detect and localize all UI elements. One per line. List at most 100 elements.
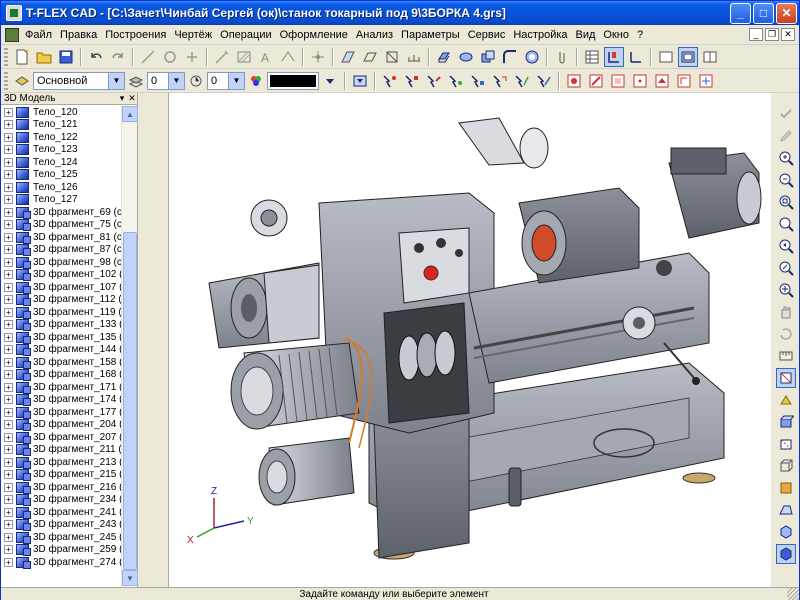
hidden-lines-icon[interactable] [776, 434, 796, 454]
sketch-icon[interactable] [212, 47, 232, 67]
open-folder-icon[interactable] [34, 47, 54, 67]
zoom-in-icon[interactable] [776, 148, 796, 168]
expand-icon[interactable]: + [4, 120, 13, 130]
pin-icon[interactable]: ▾ [117, 93, 127, 104]
toolbar-grip[interactable] [4, 47, 8, 66]
scroll-up-icon[interactable]: ▲ [122, 106, 138, 122]
expand-icon[interactable]: + [4, 557, 13, 567]
doc-restore-button[interactable]: ❐ [765, 28, 779, 41]
fillet-icon[interactable] [500, 47, 520, 67]
filter-csys-icon[interactable] [696, 71, 716, 91]
boolean-icon[interactable] [478, 47, 498, 67]
close-button[interactable]: ✕ [776, 2, 797, 24]
title-bar[interactable]: T-FLEX CAD - [C:\Зачет\Чинбай Сергей (ок… [1, 1, 799, 25]
expand-icon[interactable]: + [4, 395, 13, 405]
expand-icon[interactable]: + [4, 357, 13, 367]
hand-icon[interactable] [776, 302, 796, 322]
expand-icon[interactable]: + [4, 282, 13, 292]
filter-axes-icon[interactable] [674, 71, 694, 91]
lathe-model[interactable]: Y Z X [169, 93, 772, 587]
tree-item[interactable]: +3D фрагмент_98 (ста [1, 256, 121, 269]
tree-item[interactable]: +3D фрагмент_213 (п [1, 456, 121, 469]
expand-icon[interactable]: + [4, 232, 13, 242]
expand-icon[interactable]: + [4, 107, 13, 117]
filter-all-icon[interactable] [564, 71, 584, 91]
menu-edit[interactable]: Правка [56, 29, 101, 41]
save-icon[interactable] [56, 47, 76, 67]
views-icon[interactable] [776, 522, 796, 542]
tree-item[interactable]: + Тело_127 [1, 194, 121, 207]
edit-icon[interactable] [776, 126, 796, 146]
expand-icon[interactable]: + [4, 307, 13, 317]
tree-item[interactable]: +3D фрагмент_112 (в [1, 294, 121, 307]
tree-item[interactable]: +3D фрагмент_107 (л [1, 281, 121, 294]
tree-item[interactable]: +3D фрагмент_215 (п [1, 469, 121, 482]
doc-close-button[interactable]: ✕ [781, 28, 795, 41]
expand-icon[interactable]: + [4, 132, 13, 142]
select-operation-icon[interactable] [490, 71, 510, 91]
select-loop-icon[interactable] [446, 71, 466, 91]
tree-item[interactable]: +3D фрагмент_158 (п [1, 356, 121, 369]
expand-icon[interactable]: + [4, 432, 13, 442]
expand-icon[interactable]: + [4, 320, 13, 330]
expand-icon[interactable]: + [4, 507, 13, 517]
expand-icon[interactable]: + [4, 482, 13, 492]
check-icon[interactable] [776, 104, 796, 124]
resize-grip[interactable] [787, 588, 799, 600]
window-2d-icon[interactable] [656, 47, 676, 67]
tree-item[interactable]: +3D фрагмент_119 (в [1, 306, 121, 319]
menu-parameters[interactable]: Параметры [397, 29, 464, 41]
tree-scrollbar[interactable]: ▲ ▼ [121, 106, 138, 586]
wireframe-icon[interactable] [776, 456, 796, 476]
camera-icon[interactable] [776, 544, 796, 564]
toolbar-grip[interactable] [4, 71, 8, 90]
pan-icon[interactable] [776, 280, 796, 300]
color-select[interactable] [267, 71, 319, 90]
measure-icon[interactable] [404, 47, 424, 67]
menu-window[interactable]: Окно [599, 29, 633, 41]
3d-viewport[interactable]: Y Z X [168, 93, 771, 587]
rotate-body-icon[interactable] [456, 47, 476, 67]
tree-item[interactable]: +3D фрагмент_274 (п [1, 556, 121, 569]
filter-edges-icon[interactable] [586, 71, 606, 91]
expand-icon[interactable]: + [4, 470, 13, 480]
doc-minimize-button[interactable]: _ [749, 28, 763, 41]
dimension-icon[interactable] [278, 47, 298, 67]
maximize-button[interactable]: □ [753, 2, 774, 24]
tree-item[interactable]: +3D фрагмент_243 (п [1, 519, 121, 532]
chevron-down-icon[interactable]: ▼ [228, 72, 244, 89]
profile-icon[interactable] [382, 47, 402, 67]
expand-icon[interactable]: + [4, 382, 13, 392]
chevron-down-icon[interactable]: ▼ [108, 72, 124, 89]
minimize-button[interactable]: _ [730, 2, 751, 24]
tree-item[interactable]: +3D фрагмент_102 (в [1, 269, 121, 282]
coordinate-icon[interactable] [626, 47, 646, 67]
tree-item[interactable]: +3D фрагмент_133 (ст [1, 319, 121, 332]
close-icon[interactable]: ✕ [127, 93, 137, 104]
chevron-down-icon[interactable]: ▼ [168, 72, 184, 89]
tree-item[interactable]: +3D фрагмент_207 (п [1, 431, 121, 444]
expand-icon[interactable]: + [4, 545, 13, 555]
tree-item[interactable]: +3D фрагмент_69 (ста [1, 206, 121, 219]
expand-icon[interactable]: + [4, 457, 13, 467]
line-tool-icon[interactable] [138, 47, 158, 67]
tree-item[interactable]: +3D фрагмент_144 (п [1, 344, 121, 357]
tree-item[interactable]: +3D фрагмент_259 (п [1, 544, 121, 557]
menu-construct[interactable]: Построения [101, 29, 170, 41]
text-tool-icon[interactable]: A [256, 47, 276, 67]
tree-item[interactable]: +3D фрагмент_174 (п [1, 394, 121, 407]
tree-item[interactable]: +3D фрагмент_177 (п [1, 406, 121, 419]
tree-item[interactable]: +3D фрагмент_135 (п [1, 331, 121, 344]
grid-snap-icon[interactable] [604, 46, 624, 67]
select-edge-icon[interactable] [380, 71, 400, 91]
tree-item[interactable]: + Тело_126 [1, 181, 121, 194]
tree-item[interactable]: +3D фрагмент_216 (с [1, 481, 121, 494]
expand-icon[interactable]: + [4, 295, 13, 305]
window-3d-icon[interactable] [678, 46, 698, 67]
menu-help[interactable]: ? [633, 29, 647, 41]
expand-icon[interactable]: + [4, 245, 13, 255]
shell-icon[interactable] [522, 47, 542, 67]
tree-item[interactable]: +3D фрагмент_211 (п [1, 444, 121, 457]
menu-file[interactable]: Файл [21, 29, 56, 41]
tree-item[interactable]: + Тело_121 [1, 119, 121, 132]
